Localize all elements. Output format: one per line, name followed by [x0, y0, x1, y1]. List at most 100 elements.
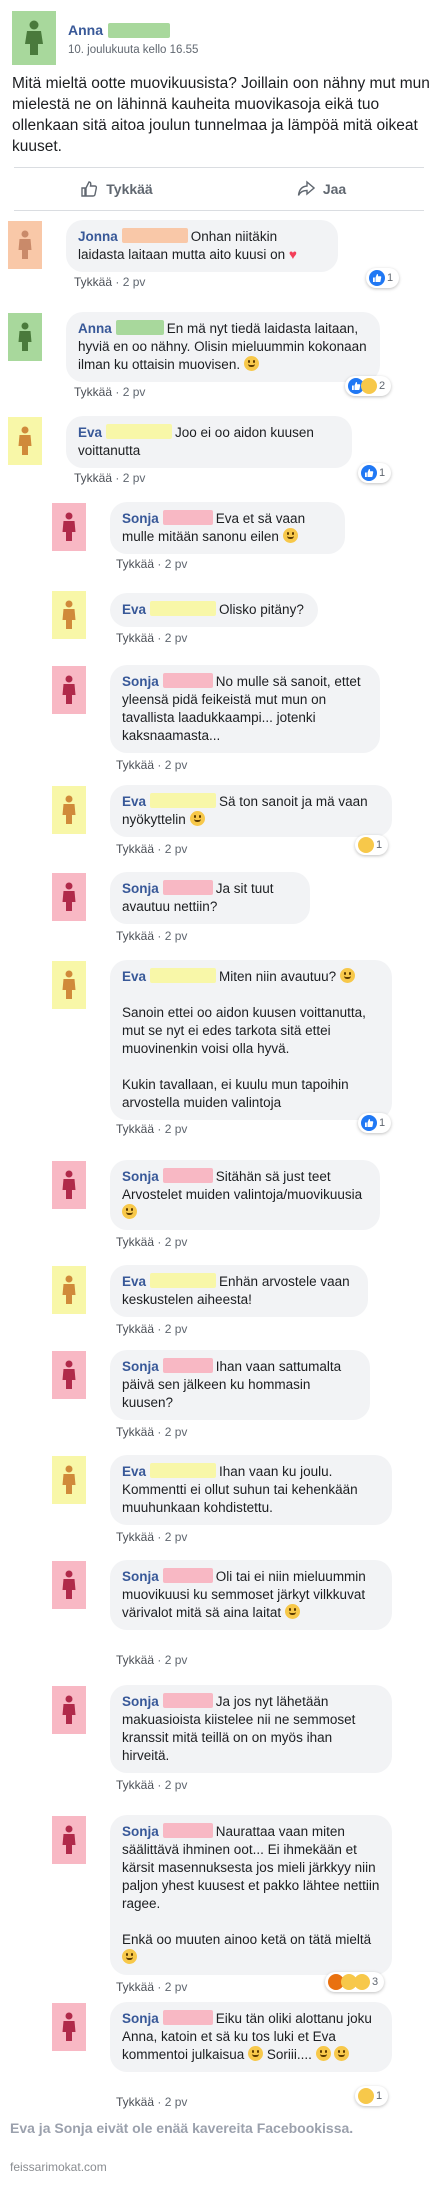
redaction — [150, 601, 217, 616]
like-button[interactable]: Tykkää — [14, 168, 219, 210]
comment-text: Olisko pitäny? — [219, 602, 304, 617]
comment-like-link[interactable]: Tykkää — [116, 1530, 154, 1544]
comment-time[interactable]: 2 pv — [123, 471, 146, 485]
comment-like-link[interactable]: Tykkää — [74, 385, 112, 399]
avatar[interactable] — [52, 591, 86, 639]
comment-like-link[interactable]: Tykkää — [116, 758, 154, 772]
comment-paragraph: Enkä oo muuten ainoo ketä on tätä mieltä — [122, 1932, 372, 1947]
comment-like-link[interactable]: Tykkää — [116, 631, 154, 645]
comment-actions: Tykkää · 2 pv — [116, 1980, 188, 1994]
comment-like-link[interactable]: Tykkää — [116, 842, 154, 856]
avatar[interactable] — [52, 1266, 86, 1314]
avatar[interactable] — [52, 1161, 86, 1209]
reaction-count: 3 — [372, 1976, 379, 1988]
comment-like-link[interactable]: Tykkää — [116, 557, 154, 571]
comment-author[interactable]: Sonja — [122, 674, 159, 689]
comment-author[interactable]: Eva — [122, 1274, 146, 1289]
comment-author[interactable]: Eva — [122, 1464, 146, 1479]
post-timestamp[interactable]: 10. joulukuuta kello 16.55 — [68, 44, 198, 56]
comment-like-link[interactable]: Tykkää — [116, 2095, 154, 2109]
redaction — [108, 22, 170, 38]
comment-author[interactable]: Sonja — [122, 1359, 159, 1374]
avatar[interactable] — [52, 2003, 86, 2051]
comment-author[interactable]: Sonja — [122, 511, 159, 526]
comment-time[interactable]: 2 pv — [123, 385, 146, 399]
reaction-badge[interactable]: 3 — [325, 1972, 385, 1992]
comment-author[interactable]: Sonja — [122, 1824, 159, 1839]
comment-author[interactable]: Anna — [78, 321, 112, 336]
comment-time[interactable]: 2 pv — [165, 1122, 188, 1136]
comment-author[interactable]: Sonja — [122, 1169, 159, 1184]
avatar[interactable] — [52, 786, 86, 834]
comment-like-link[interactable]: Tykkää — [116, 1425, 154, 1439]
comment-time[interactable]: 2 pv — [165, 1778, 188, 1792]
comment-time[interactable]: 2 pv — [165, 842, 188, 856]
comment-time[interactable]: 2 pv — [165, 1980, 188, 1994]
comment-author[interactable]: Sonja — [122, 881, 159, 896]
comment-author[interactable]: Sonja — [122, 2011, 159, 2026]
reaction-badge[interactable]: 2 — [345, 376, 392, 396]
comment-author[interactable]: Eva — [122, 602, 146, 617]
comment-like-link[interactable]: Tykkää — [116, 929, 154, 943]
comment-time[interactable]: 2 pv — [123, 275, 146, 289]
comment-author[interactable]: Jonna — [78, 229, 118, 244]
avatar[interactable] — [8, 417, 42, 465]
comment-like-link[interactable]: Tykkää — [116, 1122, 154, 1136]
comment-actions: Tykkää · 2 pv — [74, 275, 146, 289]
comment-author[interactable]: Eva — [78, 425, 102, 440]
comment-time[interactable]: 2 pv — [165, 1653, 188, 1667]
comment-time[interactable]: 2 pv — [165, 1530, 188, 1544]
comment-time[interactable]: 2 pv — [165, 929, 188, 943]
avatar[interactable] — [52, 1686, 86, 1734]
comment-like-link[interactable]: Tykkää — [116, 1778, 154, 1792]
comment-bubble: Anna En mä nyt tiedä laidasta laitaan, hy… — [66, 312, 380, 382]
comment-time[interactable]: 2 pv — [165, 557, 188, 571]
comment-like-link[interactable]: Tykkää — [116, 1235, 154, 1249]
post-author[interactable]: Anna — [68, 22, 103, 38]
comment-like-link[interactable]: Tykkää — [74, 275, 112, 289]
comment-actions: Tykkää · 2 pv — [116, 2095, 188, 2109]
redaction — [162, 510, 213, 525]
avatar[interactable] — [12, 11, 56, 65]
reaction-badge[interactable]: 1 — [355, 835, 389, 855]
avatar[interactable] — [52, 961, 86, 1009]
avatar[interactable] — [8, 313, 42, 361]
person-icon — [62, 512, 76, 541]
comment-actions: Tykkää · 2 pv — [116, 1778, 188, 1792]
comment-time[interactable]: 2 pv — [165, 1322, 188, 1336]
comment-author[interactable]: Eva — [122, 794, 146, 809]
share-button[interactable]: Jaa — [219, 168, 424, 210]
comment-author[interactable]: Eva — [122, 969, 146, 984]
reaction-badge[interactable]: 1 — [358, 463, 392, 483]
avatar[interactable] — [52, 1561, 86, 1609]
person-icon — [62, 2012, 76, 2041]
comment-bubble: Eva Ihan vaan ku joulu. Kommentti ei ollu… — [110, 1455, 392, 1525]
avatar[interactable] — [52, 666, 86, 714]
comment-like-link[interactable]: Tykkää — [74, 471, 112, 485]
comment-time[interactable]: 2 pv — [165, 1425, 188, 1439]
avatar[interactable] — [52, 1816, 86, 1864]
avatar[interactable] — [8, 221, 42, 269]
redaction — [162, 1823, 213, 1838]
reaction-badge[interactable]: 1 — [366, 268, 400, 288]
avatar[interactable] — [52, 503, 86, 551]
avatar[interactable] — [52, 1351, 86, 1399]
comment-like-link[interactable]: Tykkää — [116, 1653, 154, 1667]
redaction — [162, 1568, 213, 1583]
comment-like-link[interactable]: Tykkää — [116, 1322, 154, 1336]
comment-author[interactable]: Sonja — [122, 1694, 159, 1709]
avatar[interactable] — [52, 873, 86, 921]
reaction-badge[interactable]: 1 — [358, 1113, 392, 1133]
comment-time[interactable]: 2 pv — [165, 631, 188, 645]
comment-time[interactable]: 2 pv — [165, 758, 188, 772]
comment-time[interactable]: 2 pv — [165, 1235, 188, 1249]
comment-bubble: Eva Olisko pitäny? — [110, 593, 318, 627]
comment-time[interactable]: 2 pv — [165, 2095, 188, 2109]
comment-like-link[interactable]: Tykkää — [116, 1980, 154, 1994]
reaction-badge[interactable]: 1 — [355, 2086, 389, 2106]
person-icon — [62, 1360, 76, 1389]
rofl-emoji — [334, 2046, 350, 2061]
avatar[interactable] — [52, 1456, 86, 1504]
redaction — [106, 424, 173, 439]
comment-author[interactable]: Sonja — [122, 1569, 159, 1584]
